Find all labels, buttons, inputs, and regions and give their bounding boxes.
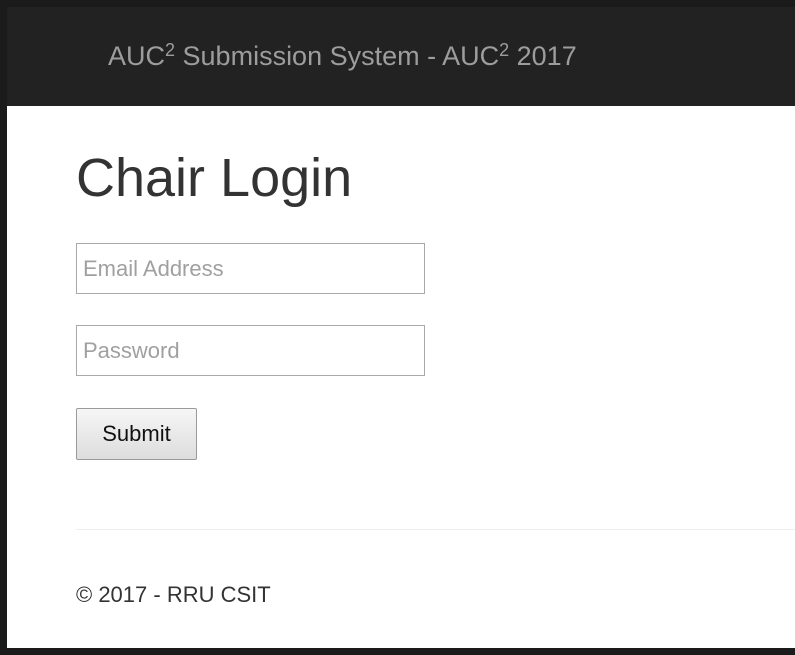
email-field[interactable] <box>76 243 425 294</box>
brand-middle: Submission System - AUC <box>175 41 500 71</box>
footer-copyright: © 2017 - RRU CSIT <box>76 582 271 607</box>
navbar: AUC2 Submission System - AUC2 2017 <box>7 7 795 106</box>
brand-superscript-1: 2 <box>165 40 176 60</box>
page: AUC2 Submission System - AUC2 2017 Chair… <box>7 7 795 648</box>
brand-link[interactable]: AUC2 Submission System - AUC2 2017 <box>108 40 577 71</box>
submit-button[interactable]: Submit <box>76 408 197 460</box>
brand-prefix: AUC <box>108 41 166 71</box>
brand-superscript-2: 2 <box>499 40 510 60</box>
footer-divider <box>76 529 795 530</box>
brand-suffix: 2017 <box>509 41 577 71</box>
page-title: Chair Login <box>76 148 353 208</box>
password-field[interactable] <box>76 325 425 376</box>
